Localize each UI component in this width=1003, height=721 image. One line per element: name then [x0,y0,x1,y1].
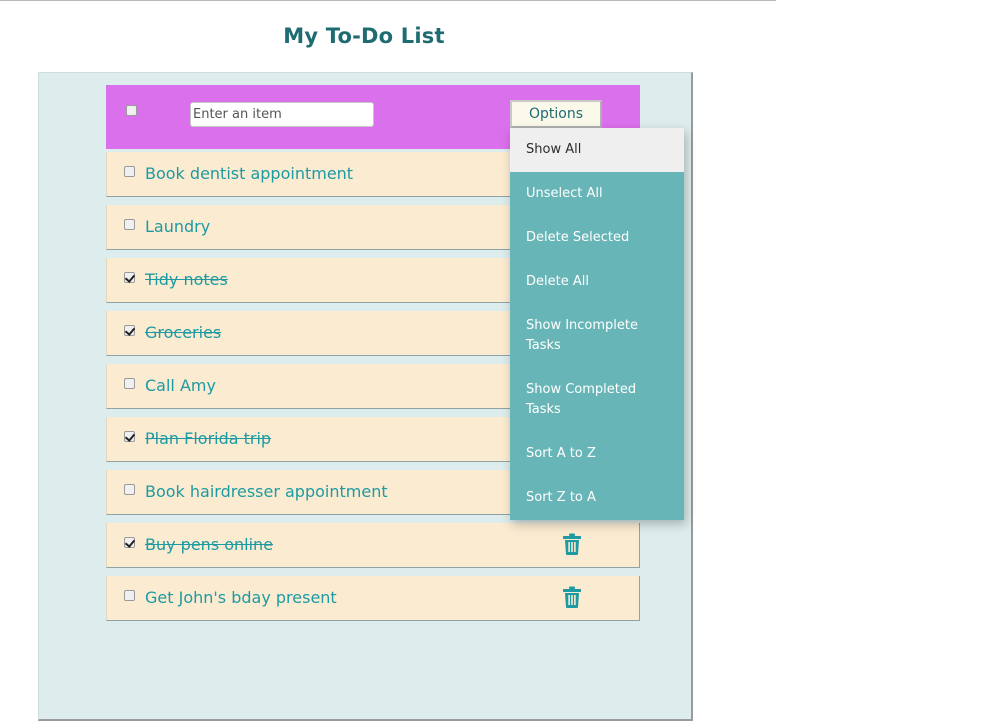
menu-item-delete-all[interactable]: Delete All [510,260,684,304]
menu-item-sort-a-z[interactable]: Sort A to Z [510,432,684,476]
options-button[interactable]: Options [510,100,602,128]
todo-checkbox[interactable] [124,272,135,283]
menu-item-sort-z-a[interactable]: Sort Z to A [510,476,684,520]
select-all-checkbox[interactable] [126,105,137,116]
todo-checkbox[interactable] [124,537,135,548]
trash-icon[interactable] [562,586,582,608]
menu-item-show-all[interactable]: Show All [510,128,684,172]
todo-checkbox[interactable] [124,484,135,495]
page-title: My To-Do List [283,24,445,48]
options-menu: Show All Unselect All Delete Selected De… [510,128,684,520]
todo-text: Laundry [145,217,211,236]
todo-text: Call Amy [145,376,216,395]
new-item-input[interactable] [190,102,374,127]
todo-text: Buy pens online [145,535,274,554]
todo-checkbox[interactable] [124,431,135,442]
menu-item-delete-selected[interactable]: Delete Selected [510,216,684,260]
todo-text: Book hairdresser appointment [145,482,388,501]
menu-item-unselect-all[interactable]: Unselect All [510,172,684,216]
todo-text: Tidy notes [145,270,228,289]
trash-icon[interactable] [562,533,582,555]
todo-text: Groceries [145,323,222,342]
todo-checkbox[interactable] [124,378,135,389]
todo-item: Get John's bday present [106,576,640,621]
todo-checkbox[interactable] [124,166,135,177]
todo-text: Book dentist appointment [145,164,354,183]
menu-item-show-completed[interactable]: Show Completed Tasks [510,368,684,432]
top-divider [0,0,776,1]
todo-checkbox[interactable] [124,219,135,230]
menu-item-show-incomplete[interactable]: Show Incomplete Tasks [510,304,684,368]
todo-text: Plan Florida trip [145,429,272,448]
todo-checkbox[interactable] [124,325,135,336]
todo-item: Buy pens online [106,523,640,568]
todo-text: Get John's bday present [145,588,337,607]
todo-checkbox[interactable] [124,590,135,601]
